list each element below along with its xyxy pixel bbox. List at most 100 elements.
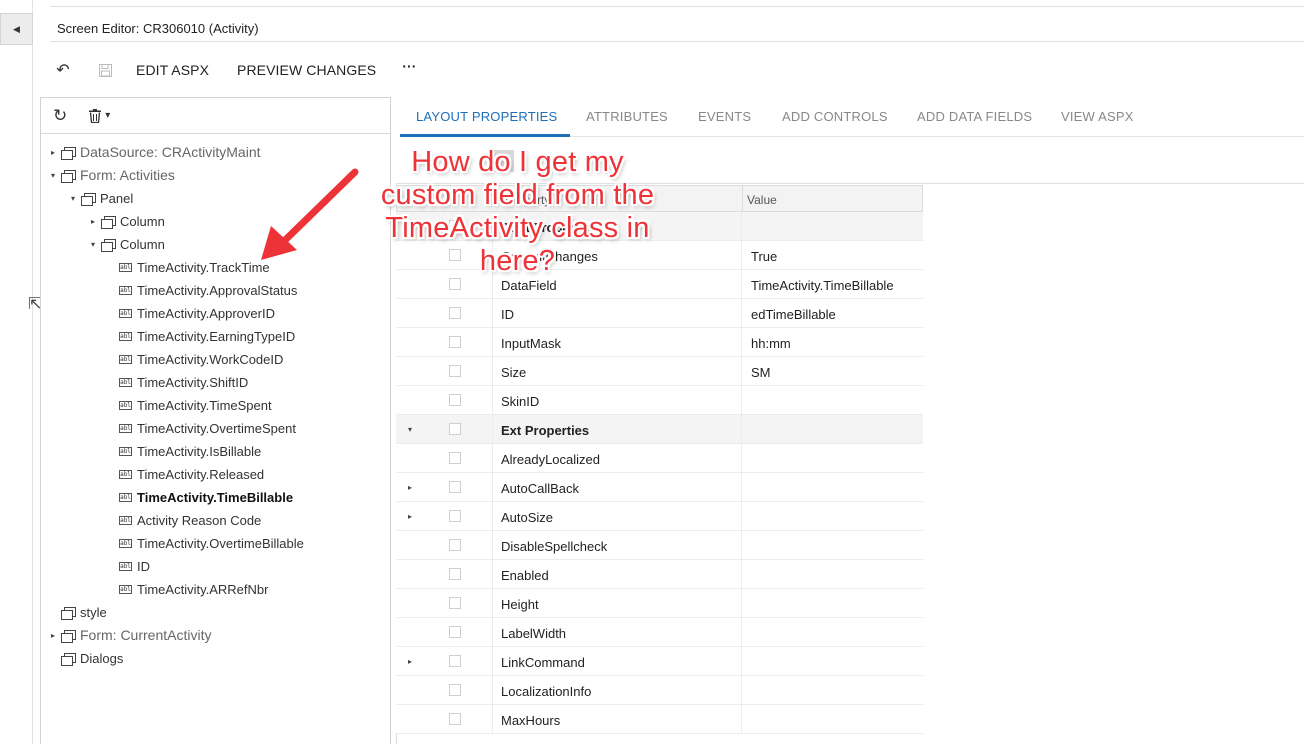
tree-node-label: TimeActivity.ARRefNbr [137, 581, 269, 597]
tree-node[interactable]: abl TimeActivity.ApproverID [107, 303, 275, 323]
row-checkbox[interactable] [449, 307, 461, 319]
property-name: InputMask [501, 336, 561, 351]
text-field-icon: abl [119, 354, 132, 364]
row-checkbox[interactable] [449, 423, 461, 435]
tree-node[interactable]: ▸ DataSource: CRActivityMaint [47, 142, 261, 162]
text-field-icon: abl [119, 561, 132, 571]
container-icon [61, 652, 76, 666]
tree-node[interactable]: ▾ Form: Activities [47, 165, 175, 185]
row-checkbox[interactable] [449, 713, 461, 725]
property-value[interactable]: edTimeBillable [751, 307, 836, 322]
row-checkbox[interactable] [449, 365, 461, 377]
property-row[interactable]: MaxHours [396, 705, 923, 734]
tree-node[interactable]: abl TimeActivity.ShiftID [107, 372, 248, 392]
annotation-arrow [261, 168, 359, 260]
tree-node-label: TimeActivity.ApprovalStatus [137, 282, 298, 298]
tree-node[interactable]: style [47, 602, 107, 622]
property-row[interactable]: DisableSpellcheck [396, 531, 923, 560]
row-checkbox[interactable] [449, 481, 461, 493]
row-checkbox[interactable] [449, 278, 461, 290]
delete-button[interactable]: ▾ [89, 108, 110, 123]
tree-node[interactable]: abl TimeActivity.WorkCodeID [107, 349, 283, 369]
row-checkbox[interactable] [449, 452, 461, 464]
row-checkbox[interactable] [449, 568, 461, 580]
tree-node[interactable]: Dialogs [47, 648, 123, 668]
tab-add-controls[interactable]: ADD CONTROLS [782, 109, 888, 124]
tree-node[interactable]: ▾ Panel [67, 188, 133, 208]
property-row[interactable]: LabelWidth [396, 618, 923, 647]
caret-down-icon[interactable]: ▾ [67, 194, 79, 203]
text-field-icon: abl [119, 469, 132, 479]
tab-events[interactable]: EVENTS [698, 109, 751, 124]
tree-node[interactable]: abl TimeActivity.TimeBillable [107, 487, 293, 507]
property-name: Size [501, 365, 527, 380]
tree-node[interactable]: abl TimeActivity.Released [107, 464, 264, 484]
caret-down-icon[interactable]: ▾ [408, 425, 412, 434]
caret-right-icon[interactable]: ▸ [408, 657, 412, 666]
row-checkbox[interactable] [449, 597, 461, 609]
column-header-value[interactable]: Value [747, 193, 777, 207]
property-row[interactable]: Size SM [396, 357, 923, 386]
tree-node[interactable]: abl ID [107, 556, 150, 576]
property-row[interactable]: ID edTimeBillable [396, 299, 923, 328]
property-section-row[interactable]: ▾ Ext Properties [396, 415, 923, 444]
tab-view-aspx[interactable]: VIEW ASPX [1061, 109, 1134, 124]
property-row[interactable]: SkinID [396, 386, 923, 415]
tree-node-label: Form: CurrentActivity [80, 627, 212, 643]
tree-node[interactable]: abl TimeActivity.TrackTime [107, 257, 270, 277]
tree-node[interactable]: abl Activity Reason Code [107, 510, 261, 530]
property-name: DisableSpellcheck [501, 539, 608, 554]
text-field-icon: abl [119, 515, 132, 525]
caret-right-icon[interactable]: ▸ [47, 148, 59, 157]
property-row[interactable]: Height [396, 589, 923, 618]
property-row[interactable]: AlreadyLocalized [396, 444, 923, 473]
tree-node[interactable]: ▸ Column [87, 211, 165, 231]
tree-node[interactable]: abl TimeActivity.OvertimeBillable [107, 533, 304, 553]
row-checkbox[interactable] [449, 626, 461, 638]
tab-layout-properties[interactable]: LAYOUT PROPERTIES [416, 109, 557, 124]
caret-down-icon[interactable]: ▾ [87, 240, 99, 249]
row-checkbox[interactable] [449, 684, 461, 696]
property-value[interactable]: hh:mm [751, 336, 791, 351]
tree-node[interactable]: ▾ Column [87, 234, 165, 254]
property-row[interactable]: ▸ AutoSize [396, 502, 923, 531]
row-checkbox[interactable] [449, 510, 461, 522]
preview-changes-button[interactable]: PREVIEW CHANGES [237, 62, 376, 78]
tab-add-data-fields[interactable]: ADD DATA FIELDS [917, 109, 1032, 124]
property-value[interactable]: TimeActivity.TimeBillable [751, 278, 894, 293]
caret-right-icon[interactable]: ▸ [408, 483, 412, 492]
property-row[interactable]: LocalizationInfo [396, 676, 923, 705]
tree-node[interactable]: abl TimeActivity.ApprovalStatus [107, 280, 297, 300]
collapse-panel-button[interactable]: ◀ [0, 13, 33, 45]
save-icon [98, 63, 112, 77]
caret-right-icon[interactable]: ▸ [47, 631, 59, 640]
property-row[interactable]: Enabled [396, 560, 923, 589]
edit-aspx-button[interactable]: EDIT ASPX [136, 62, 209, 78]
tree-node[interactable]: abl TimeActivity.OvertimeSpent [107, 418, 296, 438]
property-row[interactable]: InputMask hh:mm [396, 328, 923, 357]
row-checkbox[interactable] [449, 336, 461, 348]
save-button[interactable] [94, 59, 116, 81]
text-field-icon: abl [119, 492, 132, 502]
undo-button[interactable]: ↶ [52, 59, 74, 81]
tree-node[interactable]: abl TimeActivity.TimeSpent [107, 395, 272, 415]
property-row[interactable]: ▸ AutoCallBack [396, 473, 923, 502]
property-value[interactable]: True [751, 249, 777, 264]
caret-right-icon[interactable]: ▸ [408, 512, 412, 521]
row-checkbox[interactable] [449, 655, 461, 667]
tree-node[interactable]: abl TimeActivity.ARRefNbr [107, 579, 268, 599]
tree-node-label: TimeActivity.Released [137, 466, 265, 482]
caret-right-icon[interactable]: ▸ [87, 217, 99, 226]
refresh-button[interactable]: ↻ [53, 106, 67, 126]
caret-down-icon[interactable]: ▾ [47, 171, 59, 180]
tree-node[interactable]: abl TimeActivity.IsBillable [107, 441, 261, 461]
page-title: Screen Editor: CR306010 (Activity) [57, 21, 259, 36]
property-value[interactable]: SM [751, 365, 771, 380]
row-checkbox[interactable] [449, 394, 461, 406]
property-row[interactable]: ▸ LinkCommand [396, 647, 923, 676]
tab-attributes[interactable]: ATTRIBUTES [586, 109, 668, 124]
row-checkbox[interactable] [449, 539, 461, 551]
more-actions-button[interactable]: ··· [402, 58, 416, 74]
tree-node[interactable]: abl TimeActivity.EarningTypeID [107, 326, 295, 346]
tree-node[interactable]: ▸ Form: CurrentActivity [47, 625, 211, 645]
